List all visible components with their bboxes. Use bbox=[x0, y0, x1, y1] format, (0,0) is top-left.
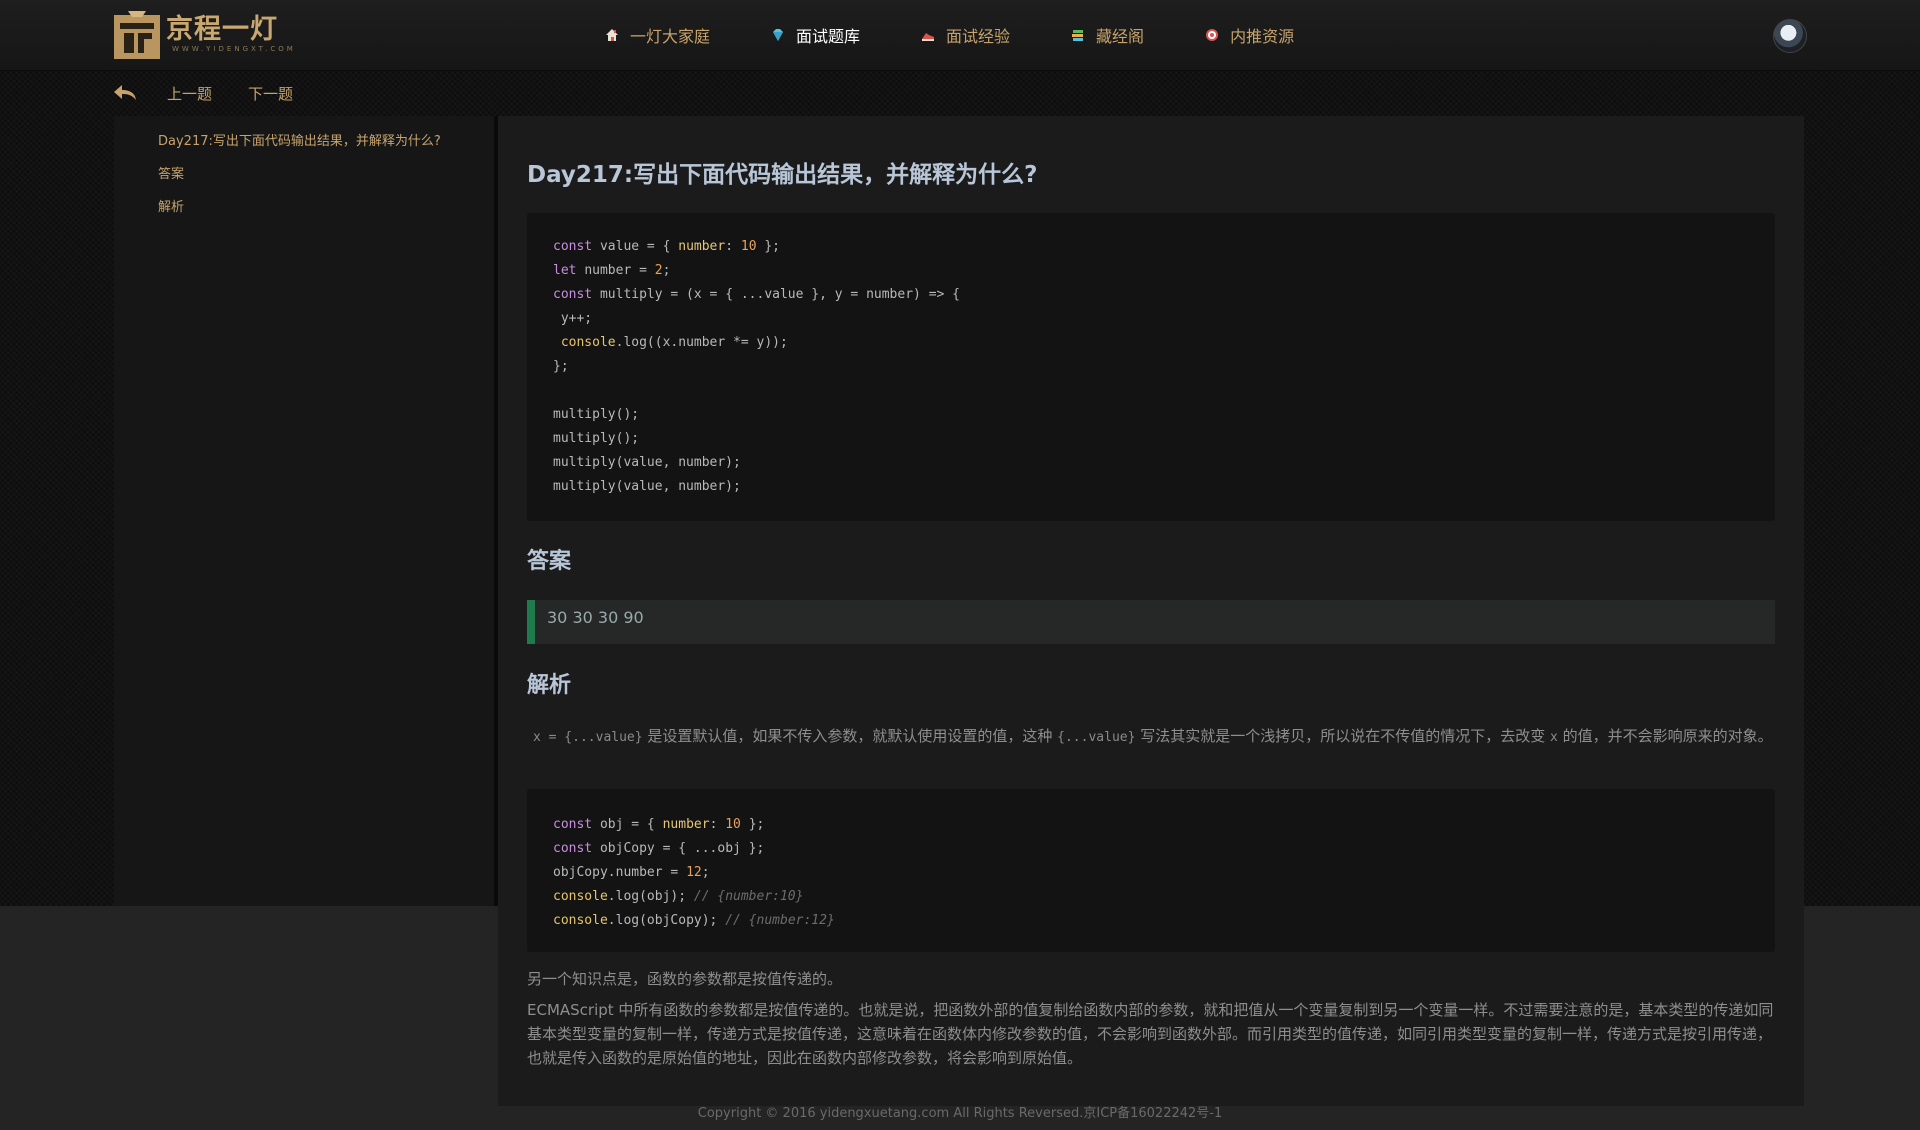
footer-copyright: Copyright © 2016 yidengxuetang.com All R… bbox=[697, 1106, 1223, 1121]
analysis-paragraph-3: ECMAScript 中所有函数的参数都是按值传递的。也就是说，把函数外部的值复… bbox=[527, 1001, 1774, 1067]
code-token: number bbox=[678, 239, 726, 254]
logo-tagline: WWW.YIDENGXT.COM bbox=[172, 45, 296, 53]
code-block-example: const obj = { number: 10 }; const objCop… bbox=[527, 789, 1775, 952]
toc-item-analysis[interactable]: 解析 bbox=[158, 196, 184, 215]
nav-item-family[interactable]: 一灯大家庭 bbox=[604, 0, 710, 70]
code-token: // {number:12} bbox=[725, 913, 835, 928]
user-avatar[interactable] bbox=[1773, 19, 1807, 53]
code-token: objCopy.number = bbox=[553, 865, 687, 880]
inline-code: x = {...value} bbox=[533, 730, 643, 745]
analysis-text: 是设置默认值，如果不传入参数，就默认使用设置的值，这种 bbox=[647, 727, 1053, 745]
code-token: }; bbox=[756, 239, 781, 254]
code-token: number bbox=[662, 817, 710, 832]
code-token: number = bbox=[584, 263, 655, 278]
nav-item-label: 面试经验 bbox=[946, 27, 1011, 46]
logo[interactable]: 京程一灯 WWW.YIDENGXT.COM bbox=[114, 8, 296, 60]
answer-heading: 答案 bbox=[527, 549, 572, 574]
house-icon bbox=[606, 29, 618, 41]
logo-name: 京程一灯 bbox=[166, 14, 278, 45]
code-token: console bbox=[553, 889, 608, 904]
code-token: objCopy = { ...obj }; bbox=[599, 841, 765, 856]
prev-question-link[interactable]: 上一题 bbox=[167, 83, 212, 104]
target-icon bbox=[1206, 29, 1219, 41]
analysis-paragraph-2: 另一个知识点是，函数的参数都是按值传递的。 bbox=[527, 970, 843, 988]
diamond-icon bbox=[773, 29, 784, 41]
back-arrow-icon[interactable] bbox=[112, 83, 138, 103]
code-token: 2 bbox=[654, 263, 663, 278]
nav-item-label: 面试题库 bbox=[796, 27, 861, 46]
nav-item-experience[interactable]: 面试经验 bbox=[920, 0, 1010, 70]
nav-item-label: 一灯大家庭 bbox=[630, 27, 711, 46]
code-token: 12 bbox=[686, 865, 702, 880]
top-header: 京程一灯 WWW.YIDENGXT.COM 一灯大家庭 面试题库 面试经验 藏经… bbox=[0, 0, 1920, 71]
code-question: const value = { number: 10 }; let number… bbox=[553, 235, 960, 499]
code-token: const bbox=[553, 287, 593, 302]
code-token: const bbox=[553, 817, 593, 832]
code-token: console bbox=[553, 913, 608, 928]
shoe-icon bbox=[922, 33, 935, 41]
code-token: y++; bbox=[553, 311, 593, 326]
inline-code: x bbox=[1550, 730, 1558, 745]
code-token: multiply = (x = { ...value }, y = number… bbox=[599, 287, 960, 302]
code-token: // {number:10} bbox=[693, 889, 804, 904]
nav-item-question-bank[interactable]: 面试题库 bbox=[770, 0, 860, 70]
nav-item-label: 内推资源 bbox=[1230, 27, 1295, 46]
analysis-text: 写法其实就是一个浅拷贝，所以说在不传值的情况下，去改变 bbox=[1140, 727, 1546, 745]
books-icon bbox=[1072, 30, 1084, 41]
code-token: .log(obj); bbox=[607, 889, 694, 904]
code-token: multiply(value, number); bbox=[553, 479, 741, 494]
code-token: multiply(); bbox=[553, 407, 640, 422]
nav-item-library[interactable]: 藏经阁 bbox=[1070, 0, 1144, 70]
code-token: multiply(); bbox=[553, 431, 640, 446]
toc-sidebar: Day217:写出下面代码输出结果，并解释为什么? 答案 解析 bbox=[114, 116, 494, 906]
analysis-heading: 解析 bbox=[527, 673, 572, 698]
answer-text: 30 30 30 90 bbox=[547, 608, 644, 627]
code-token: let bbox=[553, 263, 577, 278]
code-token: 10 bbox=[740, 239, 757, 254]
code-token: : bbox=[725, 239, 741, 254]
code-token: }; bbox=[553, 359, 569, 374]
code-token: obj = { bbox=[599, 817, 663, 832]
main-nav: 一灯大家庭 面试题库 面试经验 藏经阁 内推资源 bbox=[604, 0, 1354, 70]
answer-box: 30 30 30 90 bbox=[527, 600, 1775, 644]
article-title: Day217:写出下面代码输出结果，并解释为什么? bbox=[527, 162, 1038, 188]
code-token: const bbox=[553, 239, 593, 254]
next-question-link[interactable]: 下一题 bbox=[248, 83, 293, 104]
toc-item-answer[interactable]: 答案 bbox=[158, 163, 184, 182]
analysis-text: 的值，并不会影响原来的对象。 bbox=[1562, 727, 1773, 745]
code-token: ; bbox=[662, 263, 671, 278]
inline-code: {...value} bbox=[1057, 730, 1136, 745]
code-token: ; bbox=[701, 865, 710, 880]
analysis-paragraph-1: x = {...value} 是设置默认值，如果不传入参数，就默认使用设置的值，… bbox=[527, 724, 1777, 750]
code-token: .log((x.number *= y)); bbox=[615, 335, 788, 350]
code-token: .log(objCopy); bbox=[607, 913, 726, 928]
code-token: }; bbox=[740, 817, 765, 832]
code-token: multiply(value, number); bbox=[553, 455, 741, 470]
code-token: : bbox=[709, 817, 726, 832]
nav-item-label: 藏经阁 bbox=[1096, 27, 1145, 46]
code-example: const obj = { number: 10 }; const objCop… bbox=[553, 813, 835, 933]
code-block-question: const value = { number: 10 }; let number… bbox=[527, 213, 1775, 521]
code-token: value = { bbox=[599, 239, 679, 254]
toc-item-title[interactable]: Day217:写出下面代码输出结果，并解释为什么? bbox=[158, 130, 441, 149]
nav-item-referral[interactable]: 内推资源 bbox=[1204, 0, 1294, 70]
code-token: console bbox=[560, 335, 616, 350]
logo-mark-icon bbox=[114, 11, 160, 59]
code-token: 10 bbox=[725, 817, 741, 832]
code-token: const bbox=[553, 841, 593, 856]
